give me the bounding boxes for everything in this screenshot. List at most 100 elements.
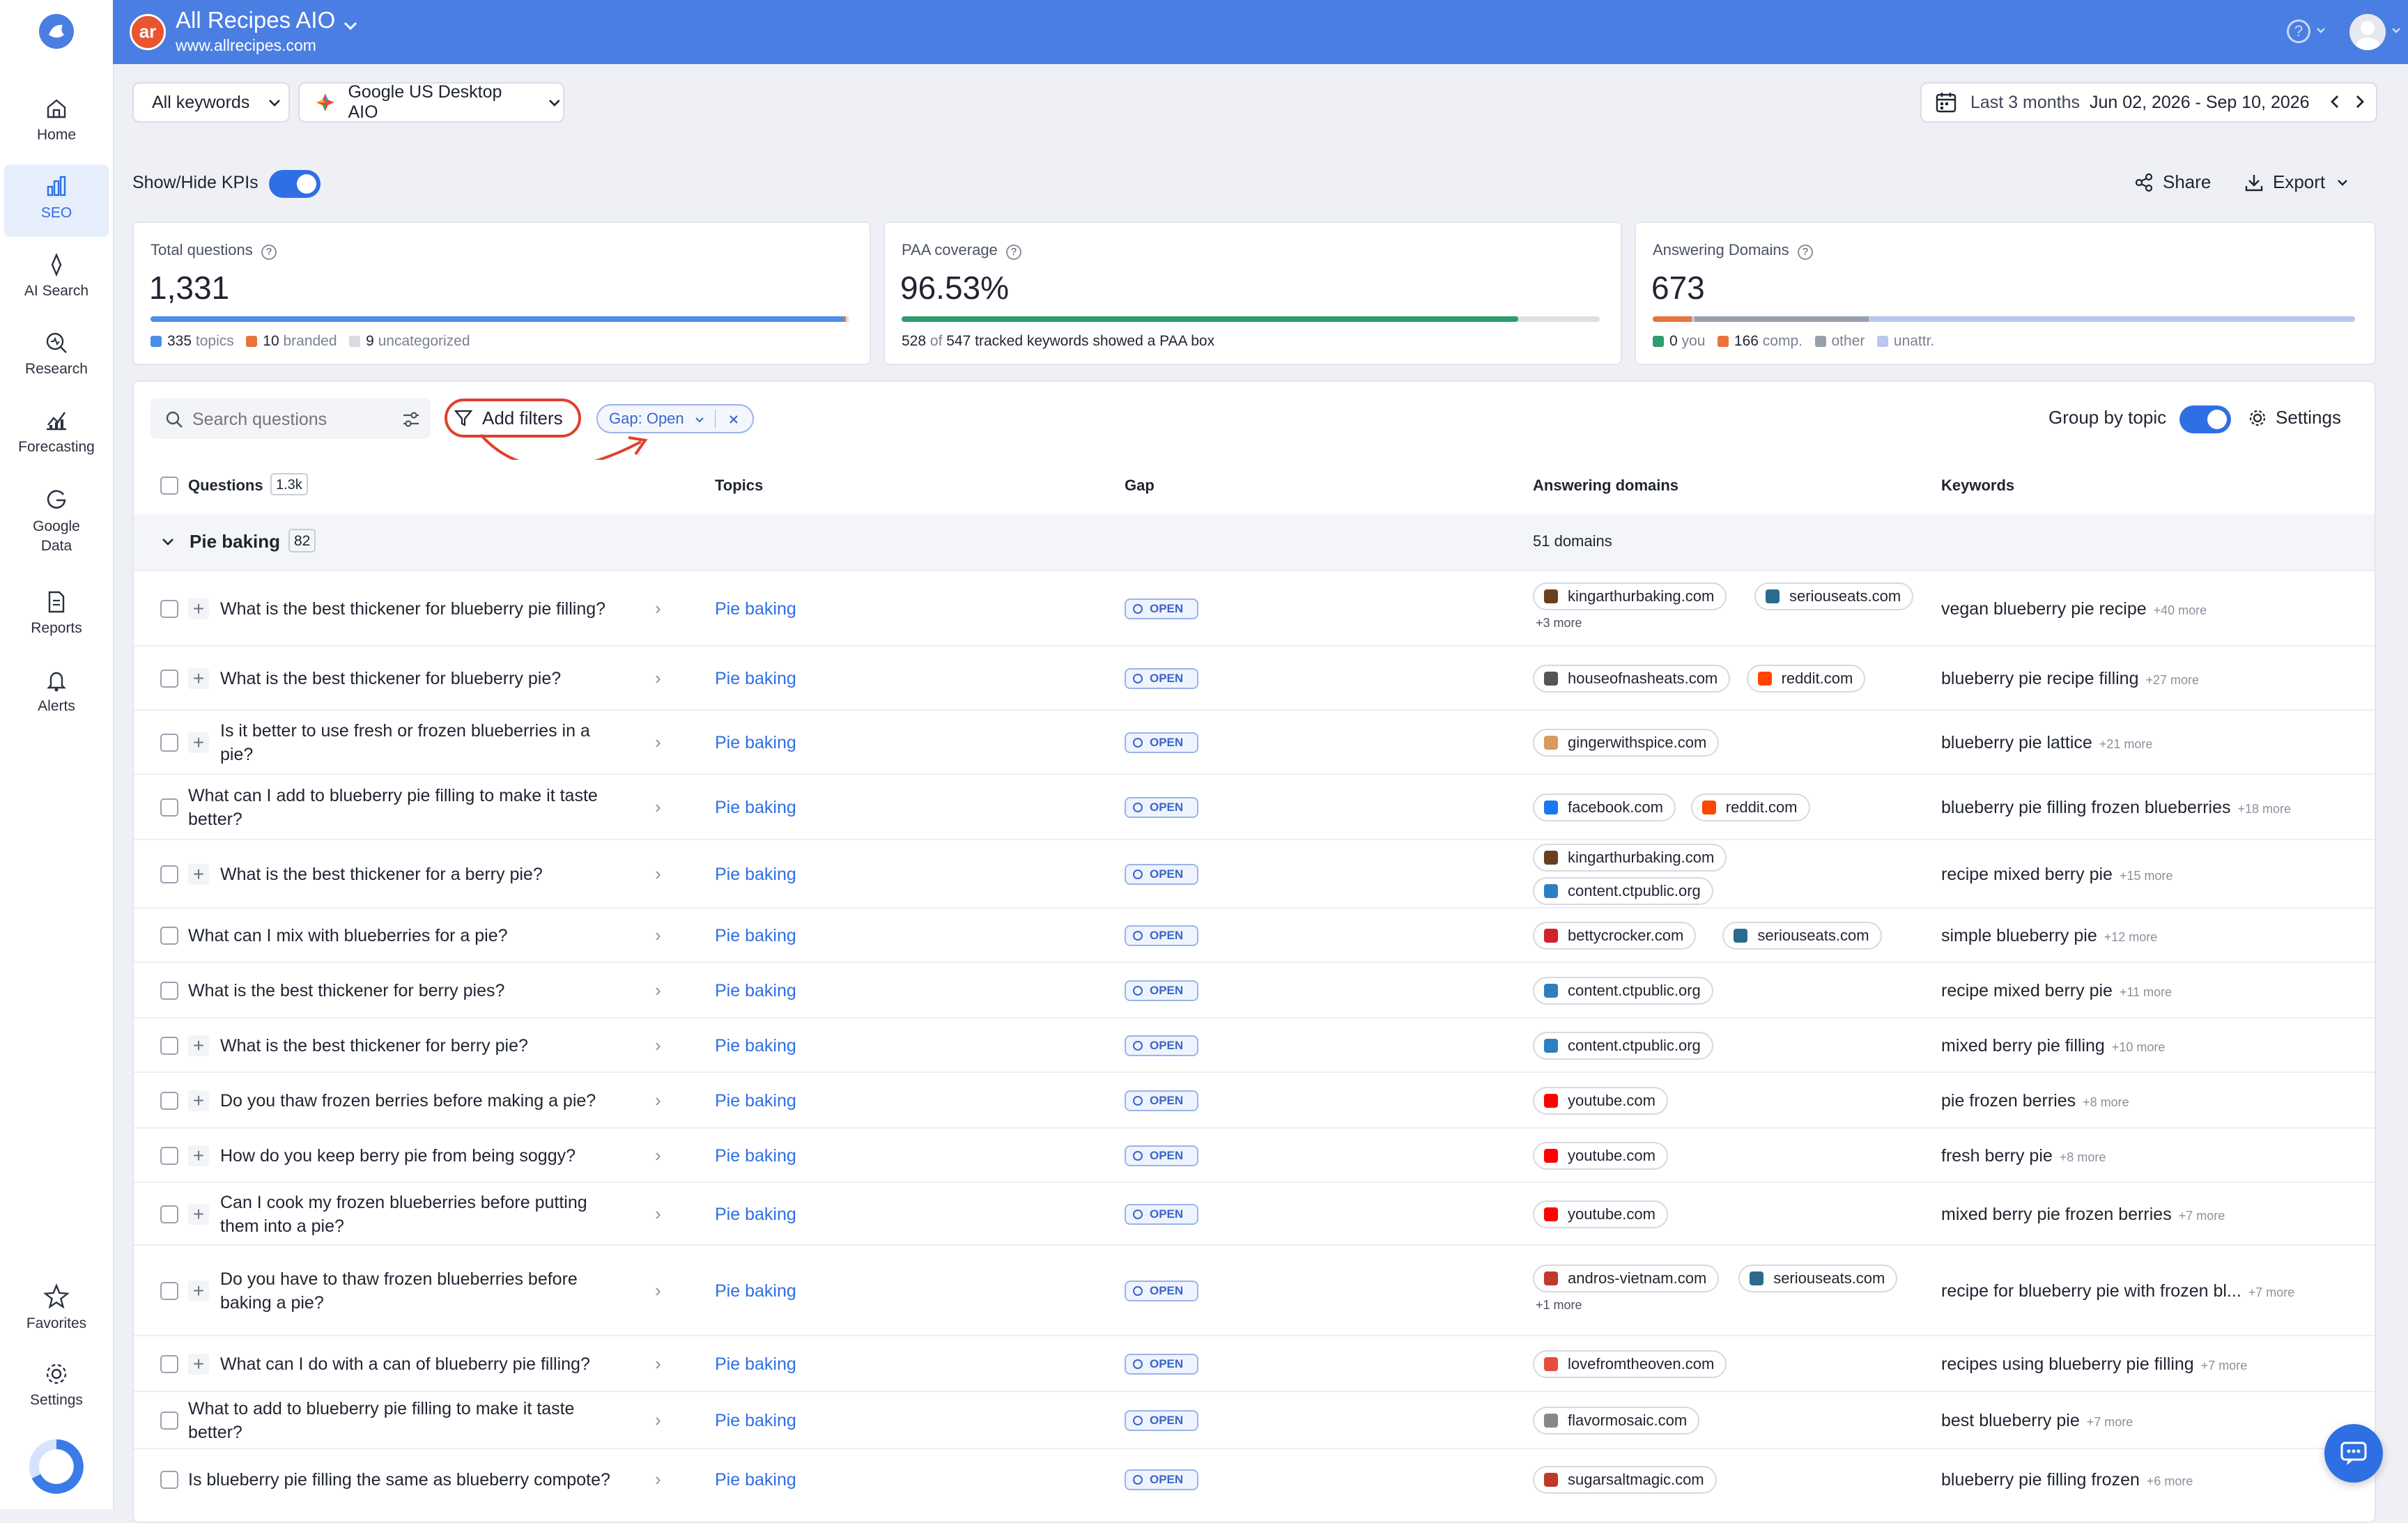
row-checkbox[interactable] — [160, 1412, 178, 1430]
domain-chip[interactable]: youtube.com — [1533, 1087, 1668, 1115]
keywords-dropdown[interactable]: All keywords — [132, 82, 290, 123]
chevron-right-icon[interactable]: › — [655, 980, 661, 1001]
keyword-cell[interactable]: mixed berry pie filling +10 more — [1941, 1036, 2165, 1056]
table-row[interactable]: + What is the best thickener for blueberr… — [134, 645, 2375, 711]
table-row[interactable]: Is blueberry pie filling the same as blu… — [134, 1448, 2375, 1510]
table-row[interactable]: + How do you keep berry pie from being so… — [134, 1127, 2375, 1183]
table-row[interactable]: + What can I do with a can of blueberry p… — [134, 1335, 2375, 1392]
topic-link[interactable]: Pie baking — [715, 981, 796, 1001]
keyword-cell[interactable]: mixed berry pie frozen berries +7 more — [1941, 1205, 2225, 1225]
question-text[interactable]: What can I add to blueberry pie filling … — [188, 784, 613, 831]
nav-reports[interactable]: Reports — [0, 589, 113, 637]
domain-chip[interactable]: kingarthurbaking.com — [1533, 844, 1727, 872]
engine-dropdown[interactable]: Google US Desktop AIO — [298, 82, 564, 123]
gap-filter-chip[interactable]: Gap: Open — [596, 404, 754, 433]
chevron-right-icon[interactable]: › — [655, 1145, 661, 1166]
col-topics[interactable]: Topics — [715, 477, 763, 495]
keyword-cell[interactable]: blueberry pie filling frozen +6 more — [1941, 1470, 2193, 1490]
add-question-plus-icon[interactable]: + — [188, 864, 209, 885]
keyword-cell[interactable]: recipe for blueberry pie with frozen bl.… — [1941, 1281, 2294, 1301]
table-row[interactable]: What can I mix with blueberries for a pi… — [134, 907, 2375, 963]
help-chevron-icon[interactable] — [2315, 24, 2327, 40]
table-row[interactable]: What is the best thickener for berry pie… — [134, 961, 2375, 1019]
add-question-plus-icon[interactable]: + — [188, 598, 209, 619]
question-text[interactable]: What is the best thickener for berry pie… — [188, 979, 504, 1003]
row-checkbox[interactable] — [160, 1147, 178, 1165]
select-all-checkbox[interactable] — [160, 477, 178, 495]
question-text[interactable]: What can I do with a can of blueberry pi… — [220, 1352, 590, 1376]
row-checkbox[interactable] — [160, 1092, 178, 1110]
row-checkbox[interactable] — [160, 865, 178, 883]
question-text[interactable]: What can I mix with blueberries for a pi… — [188, 924, 508, 948]
chevron-right-icon[interactable]: › — [655, 598, 661, 619]
nav-favorites[interactable]: Favorites — [0, 1283, 113, 1332]
nav-forecasting[interactable]: Forecasting — [0, 408, 113, 456]
keyword-cell[interactable]: blueberry pie lattice +21 more — [1941, 733, 2152, 753]
question-text[interactable]: What is the best thickener for a berry p… — [220, 863, 543, 886]
domain-chip[interactable]: youtube.com — [1533, 1142, 1668, 1170]
table-row[interactable]: + What is the best thickener for blueberr… — [134, 570, 2375, 647]
add-question-plus-icon[interactable]: + — [188, 1281, 209, 1301]
close-icon[interactable] — [727, 413, 740, 426]
group-row[interactable]: Pie baking 82 51 domains — [134, 514, 2375, 570]
question-text[interactable]: What is the best thickener for berry pie… — [220, 1034, 528, 1058]
chevron-right-icon[interactable]: › — [655, 925, 661, 946]
export-button[interactable]: Export — [2244, 171, 2350, 193]
chevron-right-icon[interactable]: › — [655, 1203, 661, 1225]
domain-chip[interactable]: content.ctpublic.org — [1533, 1032, 1713, 1060]
chevron-right-icon[interactable]: › — [655, 863, 661, 885]
table-row[interactable]: + Do you have to thaw frozen blueberries … — [134, 1244, 2375, 1336]
avatar[interactable] — [2349, 14, 2386, 50]
domain-chip[interactable]: lovefromtheoven.com — [1533, 1350, 1727, 1378]
sliders-icon[interactable] — [401, 410, 421, 429]
nav-research[interactable]: Research — [0, 330, 113, 378]
chevron-down-icon[interactable] — [160, 534, 176, 549]
chevron-right-icon[interactable]: › — [655, 1090, 661, 1111]
topic-link[interactable]: Pie baking — [715, 1146, 796, 1166]
table-row[interactable]: + Is it better to use fresh or frozen blu… — [134, 709, 2375, 775]
domain-chip[interactable]: sugarsaltmagic.com — [1533, 1466, 1717, 1494]
topic-link[interactable]: Pie baking — [715, 1091, 796, 1111]
col-gap[interactable]: Gap — [1125, 477, 1155, 495]
add-question-plus-icon[interactable]: + — [188, 668, 209, 689]
chevron-right-icon[interactable]: › — [655, 1469, 661, 1490]
keyword-cell[interactable]: blueberry pie filling frozen blueberries… — [1941, 798, 2291, 818]
date-prev-chevron-icon[interactable] — [2326, 92, 2345, 115]
help-icon[interactable]: ? — [2287, 20, 2310, 43]
table-row[interactable]: + Can I cook my frozen blueberries before… — [134, 1182, 2375, 1246]
search-input[interactable] — [191, 407, 375, 432]
nav-home[interactable]: Home — [0, 96, 113, 144]
domain-chip[interactable]: content.ctpublic.org — [1533, 877, 1713, 905]
domain-chip[interactable]: bettycrocker.com — [1533, 922, 1697, 950]
row-checkbox[interactable] — [160, 600, 178, 618]
keyword-cell[interactable]: vegan blueberry pie recipe +40 more — [1941, 599, 2207, 619]
question-text[interactable]: Can I cook my frozen blueberries before … — [220, 1191, 645, 1238]
project-dropdown-chevron-icon[interactable] — [340, 15, 361, 40]
domain-chip[interactable]: reddit.com — [1690, 794, 1810, 821]
add-question-plus-icon[interactable]: + — [188, 1354, 209, 1375]
date-next-chevron-icon[interactable] — [2349, 92, 2369, 115]
domains-more-link[interactable]: +3 more — [1536, 616, 1582, 631]
avatar-chevron-icon[interactable] — [2390, 24, 2402, 40]
chevron-right-icon[interactable]: › — [655, 667, 661, 689]
row-checkbox[interactable] — [160, 1282, 178, 1300]
col-keywords[interactable]: Keywords — [1941, 477, 2014, 495]
row-checkbox[interactable] — [160, 1205, 178, 1223]
row-checkbox[interactable] — [160, 734, 178, 752]
keyword-cell[interactable]: blueberry pie recipe filling +27 more — [1941, 669, 2199, 689]
chevron-right-icon[interactable]: › — [655, 732, 661, 753]
project-title[interactable]: All Recipes AIO — [176, 7, 335, 33]
question-text[interactable]: What is the best thickener for blueberry… — [220, 597, 605, 621]
progress-ring-icon[interactable] — [28, 1438, 85, 1495]
table-row[interactable]: What to add to blueberry pie filling to … — [134, 1391, 2375, 1449]
chat-widget-button[interactable] — [2324, 1424, 2383, 1483]
domain-chip[interactable]: facebook.com — [1533, 794, 1676, 821]
topic-link[interactable]: Pie baking — [715, 865, 796, 885]
nav-google-data[interactable]: Google Data — [0, 486, 113, 556]
domain-chip[interactable]: kingarthurbaking.com — [1533, 582, 1727, 610]
domain-chip[interactable]: flavormosaic.com — [1533, 1407, 1700, 1435]
topic-link[interactable]: Pie baking — [715, 1281, 796, 1301]
table-row[interactable]: + What is the best thickener for a berry … — [134, 839, 2375, 909]
group-by-toggle[interactable] — [2179, 405, 2231, 433]
question-text[interactable]: What to add to blueberry pie filling to … — [188, 1397, 613, 1444]
